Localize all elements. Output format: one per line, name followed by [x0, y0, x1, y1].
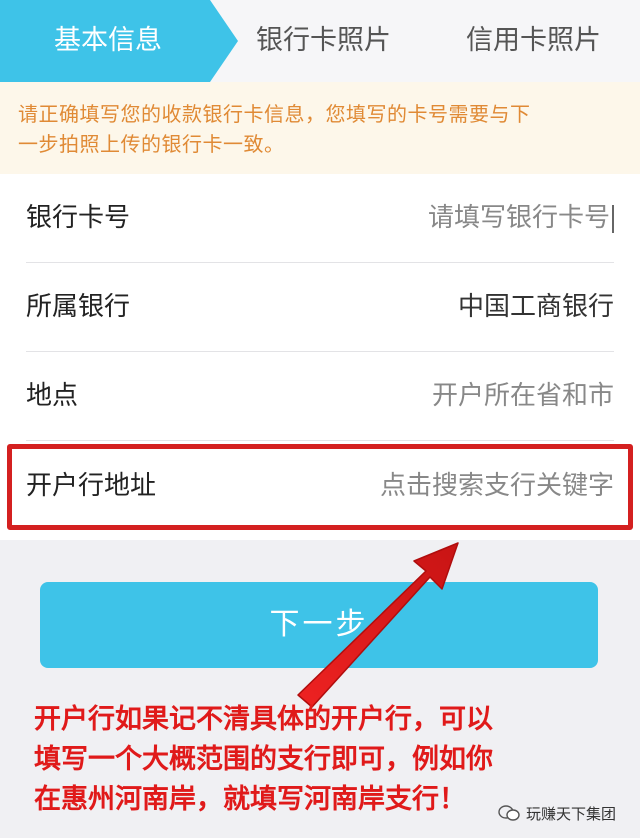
annotation-line-1: 开户行如果记不清具体的开户行，可以	[34, 704, 493, 735]
wechat-icon	[498, 805, 520, 821]
info-notice: 请正确填写您的收款银行卡信息，您填写的卡号需要与下 一步拍照上传的银行卡一致。	[0, 82, 640, 174]
card-number-label: 银行卡号	[26, 203, 131, 233]
location-label: 地点	[26, 381, 79, 411]
bank-label: 所属银行	[26, 292, 131, 322]
card-number-input[interactable]: 请填写银行卡号	[428, 174, 614, 262]
card-number-placeholder: 请填写银行卡号	[427, 203, 610, 233]
notice-line-2: 一步拍照上传的银行卡一致。	[18, 132, 285, 156]
watermark: 玩赚天下集团	[498, 800, 616, 826]
bank-select[interactable]: 中国工商银行	[458, 263, 614, 351]
divider	[26, 440, 614, 441]
annotation-line-2: 填写一个大概范围的支行即可，例如你	[34, 744, 493, 775]
watermark-text: 玩赚天下集团	[526, 804, 617, 823]
step-bank-card-photo[interactable]: 银行卡照片	[256, 0, 391, 82]
location-row[interactable]: 地点 开户所在省和市	[0, 352, 640, 440]
text-caret	[612, 204, 614, 233]
notice-line-1: 请正确填写您的收款银行卡信息，您填写的卡号需要与下	[18, 102, 531, 126]
bank-row[interactable]: 所属银行 中国工商银行	[0, 263, 640, 351]
step-credit-card-photo[interactable]: 信用卡照片	[466, 0, 601, 82]
step-basic-info[interactable]: 基本信息	[54, 0, 162, 82]
highlight-box	[7, 444, 633, 530]
next-step-button[interactable]: 下一步	[40, 582, 598, 668]
step-progress-bar: 基本信息 银行卡照片 信用卡照片	[0, 0, 640, 82]
location-select[interactable]: 开户所在省和市	[432, 352, 614, 440]
card-number-row[interactable]: 银行卡号 请填写银行卡号	[0, 174, 640, 262]
